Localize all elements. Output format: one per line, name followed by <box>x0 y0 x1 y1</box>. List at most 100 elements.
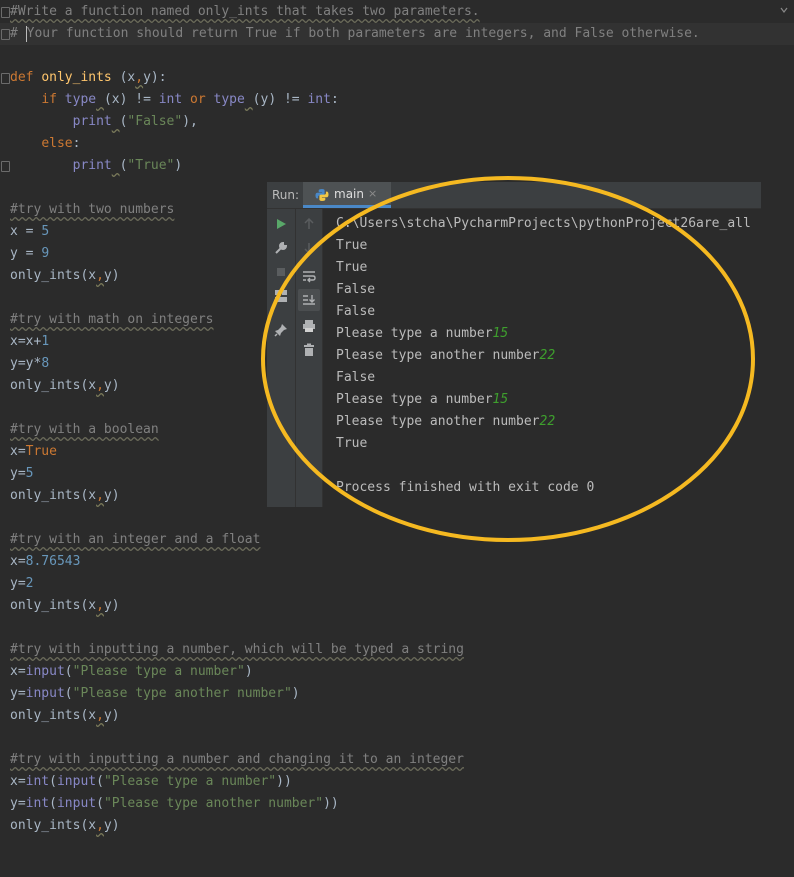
code-token: "Please type another number" <box>103 796 324 811</box>
clear-all-button[interactable] <box>298 339 320 361</box>
code-line: print ("False"), <box>10 111 198 133</box>
console-text: True <box>336 436 368 451</box>
code-token: "True" <box>127 158 175 173</box>
code-token: , <box>96 378 104 393</box>
code-line: only_ints(x,y) <box>10 595 120 617</box>
close-tab-icon[interactable]: × <box>368 182 377 206</box>
code-token: "False" <box>127 114 183 129</box>
console-line: C:\Users\stcha\PycharmProjects\pythonPro… <box>336 213 751 235</box>
code-token: 8 <box>41 356 50 371</box>
scroll-to-end-icon <box>303 295 315 305</box>
code-token: , <box>96 708 104 723</box>
soft-wrap-button[interactable] <box>298 265 320 287</box>
console-line: False <box>336 279 375 301</box>
code-token: input <box>56 796 97 811</box>
fold-marker-icon[interactable] <box>1 7 10 18</box>
code-token: ) <box>244 664 253 679</box>
code-line: x=int(input("Please type a number")) <box>10 771 292 793</box>
console-text: True <box>336 238 368 253</box>
settings-button[interactable] <box>270 237 292 259</box>
tab-main[interactable]: main × <box>303 182 391 208</box>
pycharm-window: #Write a function named only_ints that t… <box>0 0 794 877</box>
code-line: print ("True") <box>10 155 183 177</box>
code-token: y= <box>10 796 26 811</box>
arrow-up-icon <box>304 218 314 229</box>
code-token: y= <box>10 576 26 591</box>
code-token: #Write a function named only_ints that t… <box>10 4 480 19</box>
code-line: only_ints(x,y) <box>10 265 120 287</box>
trash-icon <box>304 343 314 356</box>
run-toolbar-primary <box>267 209 296 507</box>
fold-marker-icon[interactable] <box>1 73 10 84</box>
console-line: True <box>336 257 367 279</box>
code-token: y) <box>103 708 120 723</box>
console-text: Please type a number <box>336 326 493 341</box>
code-token: ), <box>182 114 198 129</box>
code-token: y = <box>10 246 42 261</box>
scroll-to-end-button[interactable] <box>298 289 320 311</box>
code-token: ( <box>49 774 57 789</box>
code-token: print <box>72 114 112 129</box>
code-token: #try with inputting a number, which will… <box>10 642 464 657</box>
code-token: 9 <box>41 246 50 261</box>
code-token: x= <box>10 554 26 569</box>
print-button[interactable] <box>298 315 320 337</box>
layout-icon <box>275 290 287 302</box>
console-user-input: 15 <box>492 326 509 341</box>
code-line: #try with an integer and a float <box>10 529 260 551</box>
stop-button[interactable] <box>270 261 292 283</box>
code-line: x=True <box>10 441 57 463</box>
code-token: "Please type another number" <box>72 686 292 701</box>
code-line: x = 5 <box>10 221 49 243</box>
layout-button[interactable] <box>270 285 292 307</box>
fold-marker-icon[interactable] <box>1 161 10 172</box>
code-line: #try with math on integers <box>10 309 214 331</box>
code-token: only_ints(x <box>10 378 97 393</box>
code-line: x=x+1 <box>10 331 49 353</box>
pin-button[interactable] <box>270 319 292 341</box>
rerun-button[interactable] <box>270 213 292 235</box>
console-user-input: 15 <box>492 392 509 407</box>
code-token: #try with inputting a number and changin… <box>10 752 464 767</box>
code-token: ) <box>174 158 183 173</box>
fold-marker-icon[interactable] <box>1 29 10 40</box>
print-icon <box>303 320 315 332</box>
code-line: only_ints(x,y) <box>10 815 120 837</box>
console-line: Please type a number15 <box>336 323 508 345</box>
code-token: int <box>158 92 191 107</box>
code-token: x= <box>10 444 26 459</box>
arrow-down-icon <box>304 243 314 254</box>
code-token: y= <box>10 686 26 701</box>
code-token: type <box>213 92 245 107</box>
code-token: )) <box>323 796 339 811</box>
code-line: only_ints(x,y) <box>10 705 120 727</box>
scroll-up-button[interactable] <box>298 213 320 235</box>
code-token: #try with an integer and a float <box>10 532 261 547</box>
code-line: # Your function should return True if bo… <box>10 23 700 45</box>
scroll-down-button[interactable] <box>298 237 320 259</box>
code-line: #try with inputting a number, which will… <box>10 639 464 661</box>
code-line: y = 9 <box>10 243 49 265</box>
code-token: or <box>190 92 214 107</box>
code-token: only_ints(x <box>10 268 97 283</box>
console-text: C:\Users\stcha\PycharmProjects\pythonPro… <box>336 216 751 231</box>
code-token: y) <box>103 598 120 613</box>
inspection-chevron-icon[interactable] <box>780 6 788 14</box>
run-tool-window: Run: main × C:\Users\stcha\PycharmProjec… <box>267 182 761 507</box>
code-token: True <box>25 444 57 459</box>
code-token: 8.76543 <box>25 554 81 569</box>
code-token: else <box>41 136 73 151</box>
console-line: True <box>336 433 367 455</box>
console-output[interactable]: C:\Users\stcha\PycharmProjects\pythonPro… <box>336 209 761 507</box>
code-token: , <box>96 598 104 613</box>
code-token: int <box>307 92 331 107</box>
code-token: y) <box>103 268 120 283</box>
code-token: Your function should return True if both… <box>26 26 700 41</box>
code-token: x=x+ <box>10 334 42 349</box>
code-line: y=y*8 <box>10 353 49 375</box>
code-token: , <box>135 70 144 85</box>
